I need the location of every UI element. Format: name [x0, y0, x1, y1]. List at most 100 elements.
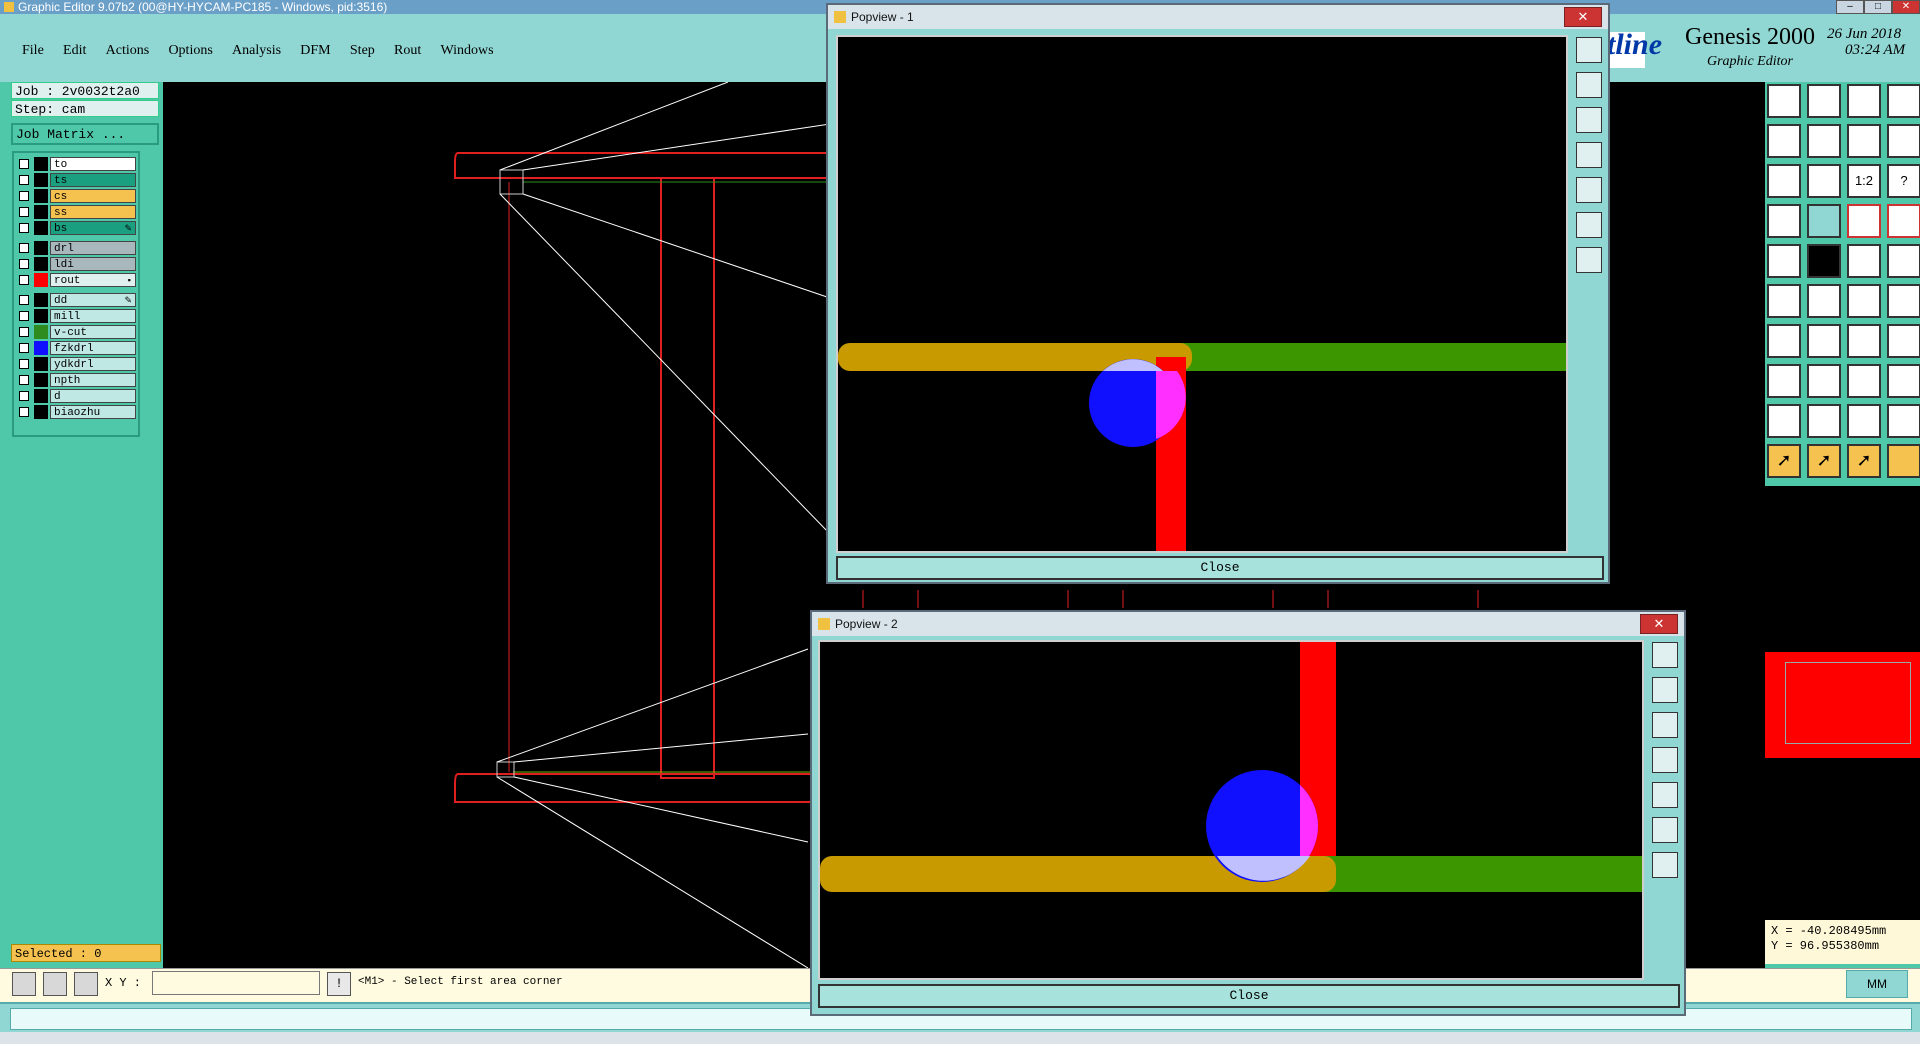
grid-toggle-icon[interactable]: [74, 972, 98, 996]
menu-edit[interactable]: Edit: [63, 41, 86, 61]
layer-checkbox[interactable]: [19, 175, 29, 185]
tool-resize-icon[interactable]: [1847, 364, 1881, 398]
tool-redraw-icon[interactable]: [1887, 124, 1920, 158]
tool-pointer2-icon[interactable]: ➚: [1807, 444, 1841, 478]
maximize-button[interactable]: □: [1864, 0, 1892, 14]
layer-row-to[interactable]: to: [16, 157, 136, 171]
tool-font-icon[interactable]: [1887, 324, 1920, 358]
layer-checkbox[interactable]: [19, 275, 29, 285]
layer-checkbox[interactable]: [19, 343, 29, 353]
tool-zoom-area-icon[interactable]: [1807, 164, 1841, 198]
tool-pointer4-icon[interactable]: [1887, 444, 1920, 478]
tool-home-icon[interactable]: [1847, 84, 1881, 118]
tool-triangle4-icon[interactable]: [1887, 404, 1920, 438]
layer-color-swatch[interactable]: [34, 405, 48, 419]
layer-color-swatch[interactable]: [34, 341, 48, 355]
tool-zoom-down-icon[interactable]: [1807, 84, 1841, 118]
layer-name[interactable]: rout ▪: [50, 273, 136, 287]
tool-dash-icon[interactable]: [1807, 364, 1841, 398]
menu-options[interactable]: Options: [168, 41, 212, 61]
layer-row-ss[interactable]: ss: [16, 205, 136, 219]
pv2-zoom-out-icon[interactable]: [1652, 712, 1678, 738]
layer-color-swatch[interactable]: [34, 373, 48, 387]
layer-name[interactable]: cs: [50, 189, 136, 203]
layer-row-cs[interactable]: cs: [16, 189, 136, 203]
zoom-out-area-icon[interactable]: [43, 972, 67, 996]
pv1-pan-right-icon[interactable]: [1576, 177, 1602, 203]
layer-color-swatch[interactable]: [34, 293, 48, 307]
layer-color-swatch[interactable]: [34, 325, 48, 339]
layer-checkbox[interactable]: [19, 223, 29, 233]
layer-row-d[interactable]: d: [16, 389, 136, 403]
tool-triangle-icon[interactable]: [1767, 404, 1801, 438]
popview-1-close-button[interactable]: Close: [836, 556, 1604, 580]
tool-select-line-icon[interactable]: [1807, 244, 1841, 278]
close-window-button[interactable]: ✕: [1892, 0, 1920, 14]
layer-row-drl[interactable]: drl: [16, 241, 136, 255]
layer-name[interactable]: bs ✎: [50, 221, 136, 235]
pv2-pan-left-icon[interactable]: [1652, 747, 1678, 773]
tool-connect2-icon[interactable]: [1887, 284, 1920, 318]
pv1-pan-left-icon[interactable]: [1576, 142, 1602, 168]
layer-color-swatch[interactable]: [34, 257, 48, 271]
layer-name[interactable]: dd ✎: [50, 293, 136, 307]
tool-pad-icon[interactable]: [1887, 244, 1920, 278]
tool-arc-icon[interactable]: [1847, 324, 1881, 358]
layer-checkbox[interactable]: [19, 295, 29, 305]
tool-grid-icon[interactable]: [1807, 204, 1841, 238]
pv1-zoom-in-icon[interactable]: [1576, 72, 1602, 98]
layer-color-swatch[interactable]: [34, 173, 48, 187]
layer-name[interactable]: drl: [50, 241, 136, 255]
tool-connect-icon[interactable]: [1847, 284, 1881, 318]
tool-ruler-icon[interactable]: [1847, 244, 1881, 278]
layer-row-ydkdrl[interactable]: ydkdrl: [16, 357, 136, 371]
tool-snap-icon[interactable]: [1847, 204, 1881, 238]
pv2-center-icon[interactable]: [1652, 852, 1678, 878]
layer-checkbox[interactable]: [19, 407, 29, 417]
layer-color-swatch[interactable]: [34, 273, 48, 287]
layer-color-swatch[interactable]: [34, 389, 48, 403]
tool-net-icon[interactable]: [1767, 284, 1801, 318]
layer-checkbox[interactable]: [19, 311, 29, 321]
layer-row-rout[interactable]: rout ▪: [16, 273, 136, 287]
pv2-zoom-in-icon[interactable]: [1652, 677, 1678, 703]
pv2-fit-icon[interactable]: [1652, 817, 1678, 843]
layer-color-swatch[interactable]: [34, 241, 48, 255]
tool-triangle2-icon[interactable]: [1807, 404, 1841, 438]
tool-pan-left-icon[interactable]: [1767, 124, 1801, 158]
layer-checkbox[interactable]: [19, 243, 29, 253]
layer-name[interactable]: fzkdrl: [50, 341, 136, 355]
layer-color-swatch[interactable]: [34, 357, 48, 371]
tool-measure-icon[interactable]: [1767, 204, 1801, 238]
tool-angle-icon[interactable]: [1767, 324, 1801, 358]
layer-row-fzkdrl[interactable]: fzkdrl: [16, 341, 136, 355]
minimize-button[interactable]: –: [1836, 0, 1864, 14]
layer-checkbox[interactable]: [19, 259, 29, 269]
xy-input[interactable]: [152, 971, 320, 995]
tool-panel-icon[interactable]: [1887, 84, 1920, 118]
layer-name[interactable]: npth: [50, 373, 136, 387]
job-matrix-button[interactable]: Job Matrix ...: [11, 123, 159, 145]
layer-name[interactable]: mill: [50, 309, 136, 323]
popview-1-canvas[interactable]: [836, 35, 1568, 553]
menu-analysis[interactable]: Analysis: [232, 41, 281, 61]
layer-row-biaozhu[interactable]: biaozhu: [16, 405, 136, 419]
layer-row-dd[interactable]: dd ✎: [16, 293, 136, 307]
layer-name[interactable]: to: [50, 157, 136, 171]
pv2-zoom-icon[interactable]: [1652, 642, 1678, 668]
popview-1-close-x-button[interactable]: ✕: [1564, 7, 1602, 27]
layer-color-swatch[interactable]: [34, 309, 48, 323]
units-toggle[interactable]: MM: [1846, 970, 1908, 998]
layer-checkbox[interactable]: [19, 191, 29, 201]
layer-name[interactable]: v-cut: [50, 325, 136, 339]
layer-name[interactable]: ss: [50, 205, 136, 219]
pv1-center-icon[interactable]: [1576, 247, 1602, 273]
tool-help-icon[interactable]: ?: [1887, 164, 1920, 198]
layer-name[interactable]: ts: [50, 173, 136, 187]
menu-step[interactable]: Step: [350, 41, 375, 61]
menu-dfm[interactable]: DFM: [300, 41, 330, 61]
pv1-zoom-icon[interactable]: [1576, 37, 1602, 63]
menu-windows[interactable]: Windows: [441, 41, 494, 61]
tool-scale-1-2-icon[interactable]: 1:2: [1847, 164, 1881, 198]
tool-undo-view-icon[interactable]: [1847, 124, 1881, 158]
